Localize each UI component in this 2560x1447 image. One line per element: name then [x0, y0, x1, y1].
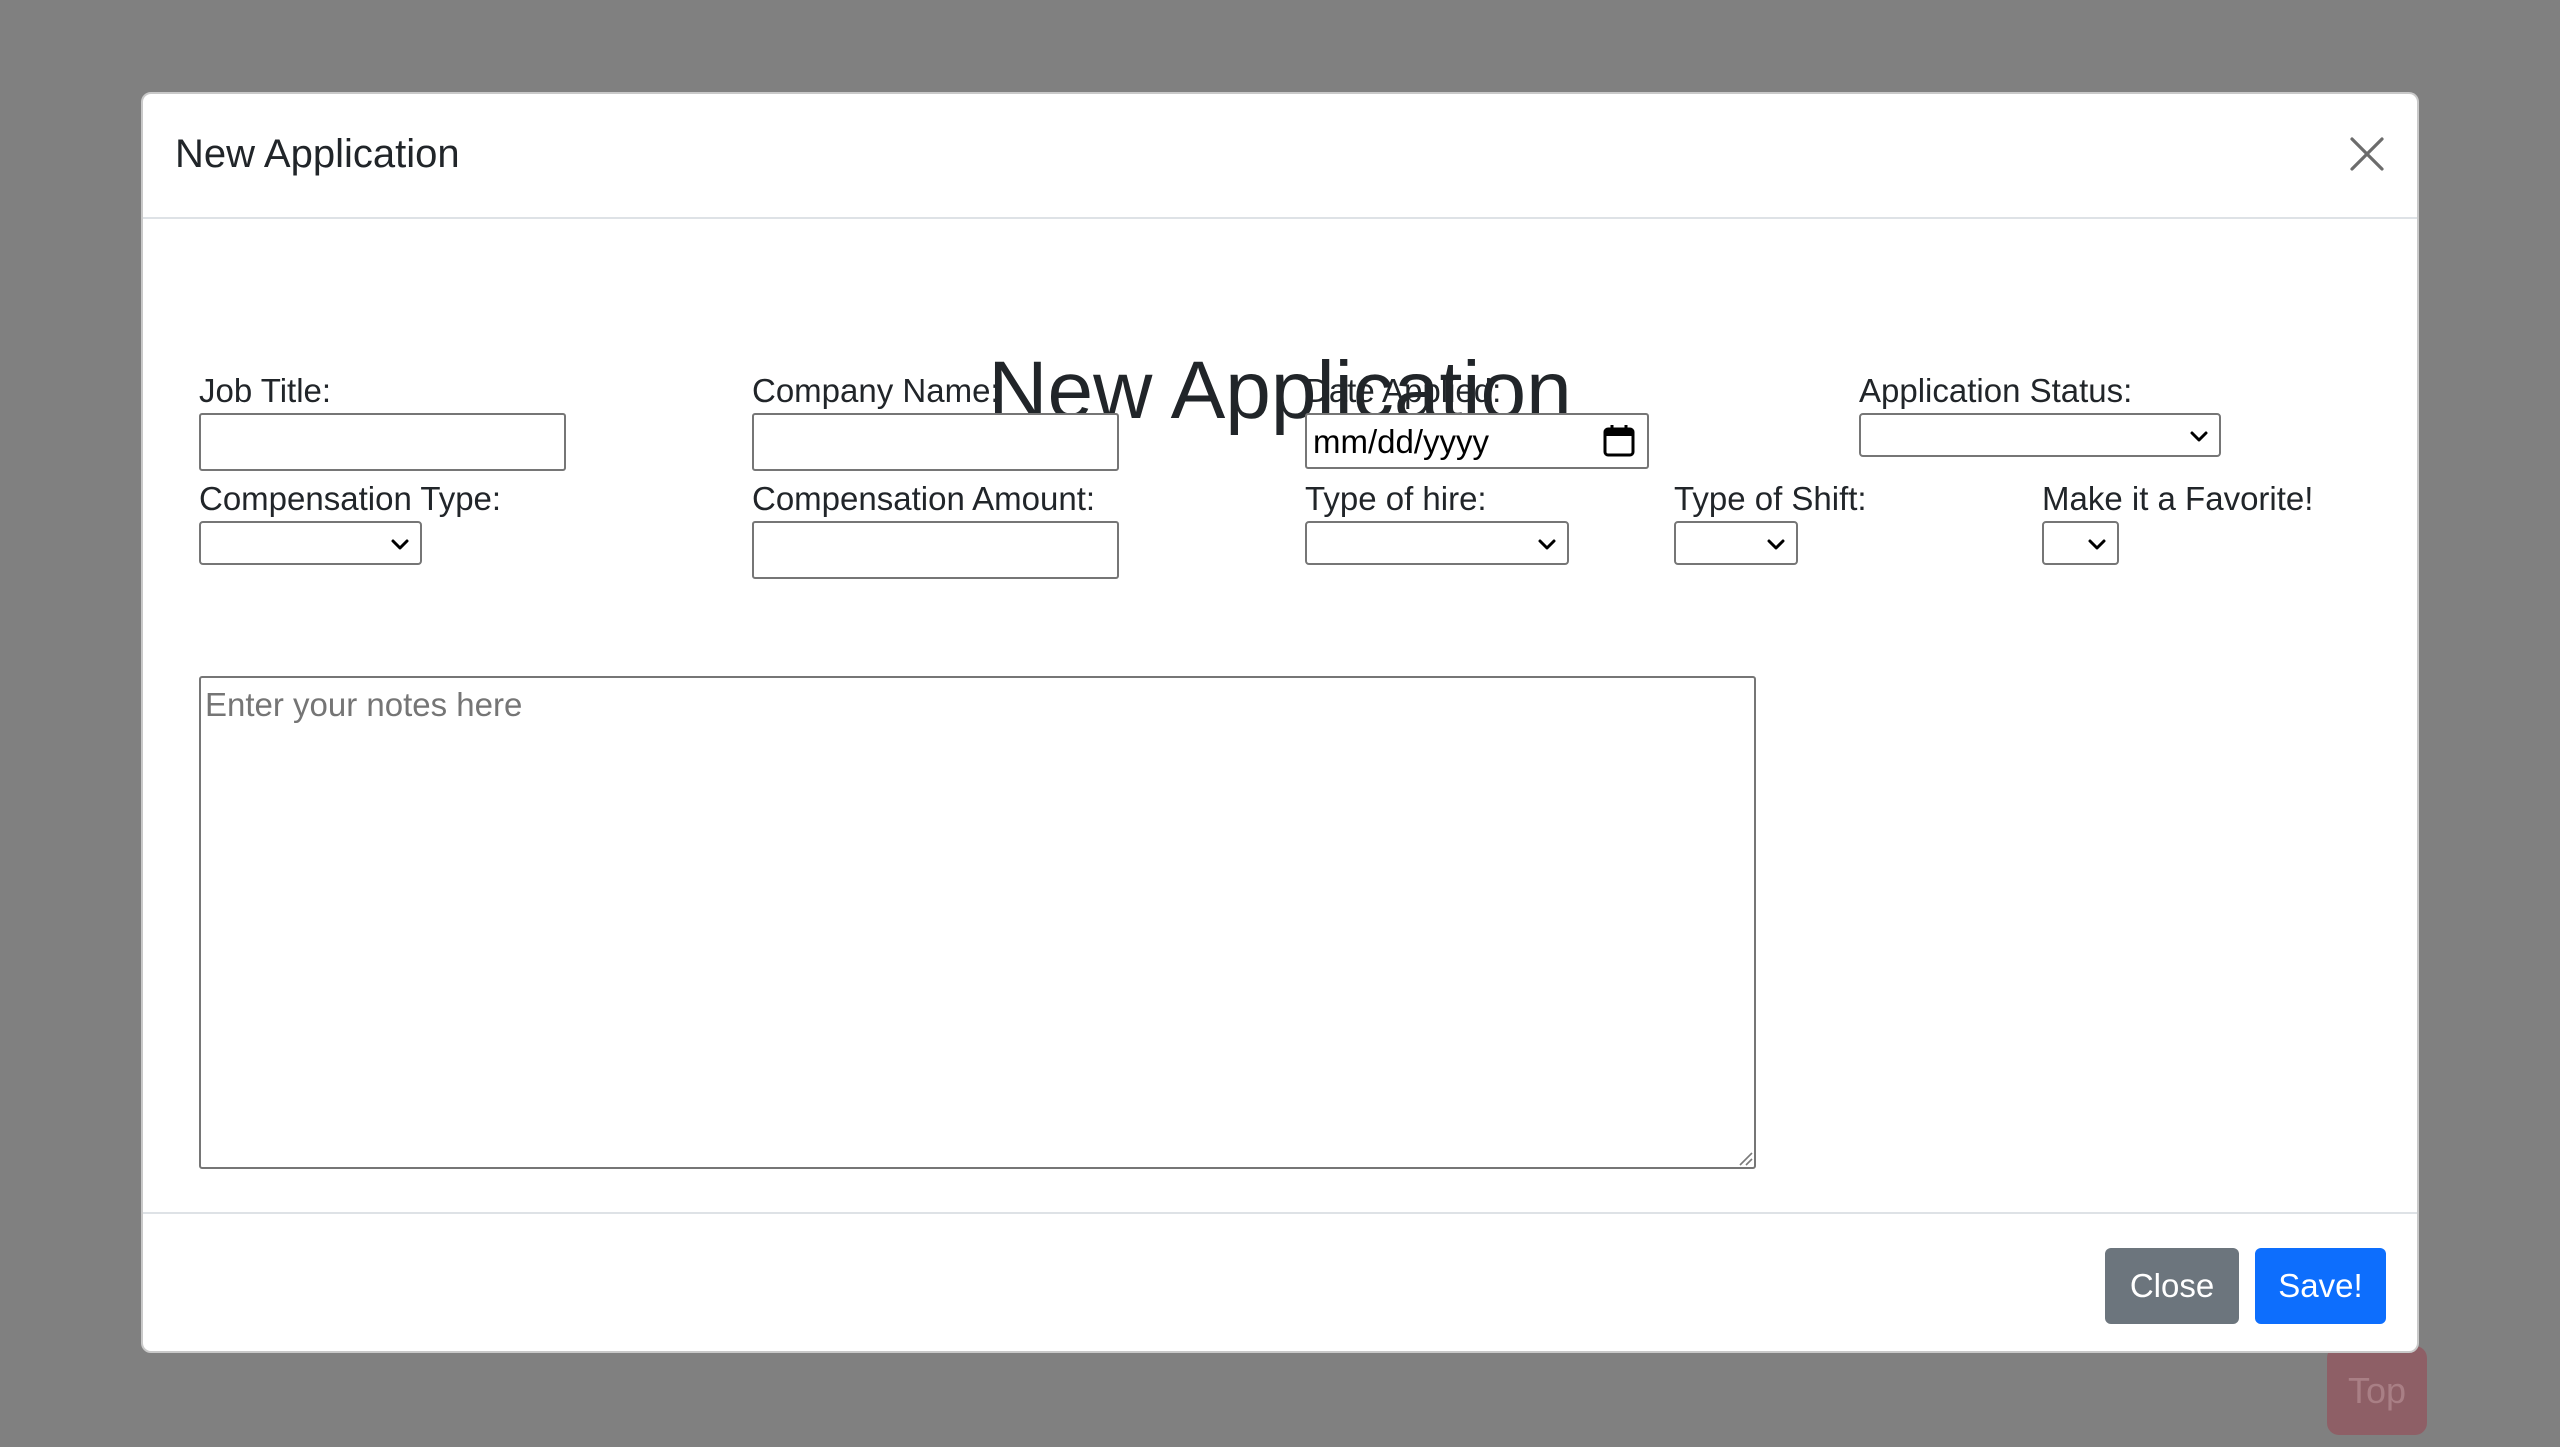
- compensation-type-label: Compensation Type:: [199, 480, 502, 517]
- chevron-down-icon: [2087, 535, 2107, 555]
- application-status-select[interactable]: [1859, 413, 2221, 457]
- close-icon: [2350, 137, 2384, 171]
- favorite-select[interactable]: [2042, 521, 2119, 565]
- date-applied-label: Date Applied:: [1305, 372, 1502, 409]
- chevron-down-icon: [1766, 535, 1786, 555]
- compensation-type-select[interactable]: [199, 521, 422, 565]
- new-application-modal: New Application New Application Job Titl…: [141, 92, 2419, 1353]
- resize-grip-icon[interactable]: [1737, 1150, 1753, 1166]
- application-status-label: Application Status:: [1859, 372, 2133, 409]
- modal-header: New Application: [143, 94, 2417, 219]
- type-of-shift-select[interactable]: [1674, 521, 1798, 565]
- chevron-down-icon: [2189, 427, 2209, 447]
- date-applied-input[interactable]: mm/dd/yyyy: [1305, 413, 1649, 469]
- modal-title: New Application: [175, 132, 460, 176]
- save-button[interactable]: Save!: [2255, 1248, 2386, 1324]
- type-of-shift-label: Type of Shift:: [1674, 480, 1867, 517]
- job-title-label: Job Title:: [199, 372, 332, 409]
- job-title-input[interactable]: [199, 413, 566, 471]
- calendar-button[interactable]: [1601, 423, 1637, 459]
- notes-textarea[interactable]: [199, 676, 1756, 1169]
- back-to-top-button[interactable]: Top: [2327, 1346, 2427, 1435]
- compensation-amount-input[interactable]: [752, 521, 1119, 579]
- modal-close-button[interactable]: [2349, 136, 2385, 172]
- date-applied-value: mm/dd/yyyy: [1313, 423, 1490, 460]
- close-button[interactable]: Close: [2105, 1248, 2239, 1324]
- calendar-icon: [1603, 425, 1635, 457]
- chevron-down-icon: [1537, 535, 1557, 555]
- favorite-label: Make it a Favorite!: [2042, 480, 2314, 517]
- company-name-input[interactable]: [752, 413, 1119, 471]
- type-of-hire-label: Type of hire:: [1305, 480, 1487, 517]
- modal-footer: Close Save!: [143, 1212, 2417, 1351]
- type-of-hire-select[interactable]: [1305, 521, 1569, 565]
- compensation-amount-label: Compensation Amount:: [752, 480, 1096, 517]
- chevron-down-icon: [390, 535, 410, 555]
- company-name-label: Company Name:: [752, 372, 1000, 409]
